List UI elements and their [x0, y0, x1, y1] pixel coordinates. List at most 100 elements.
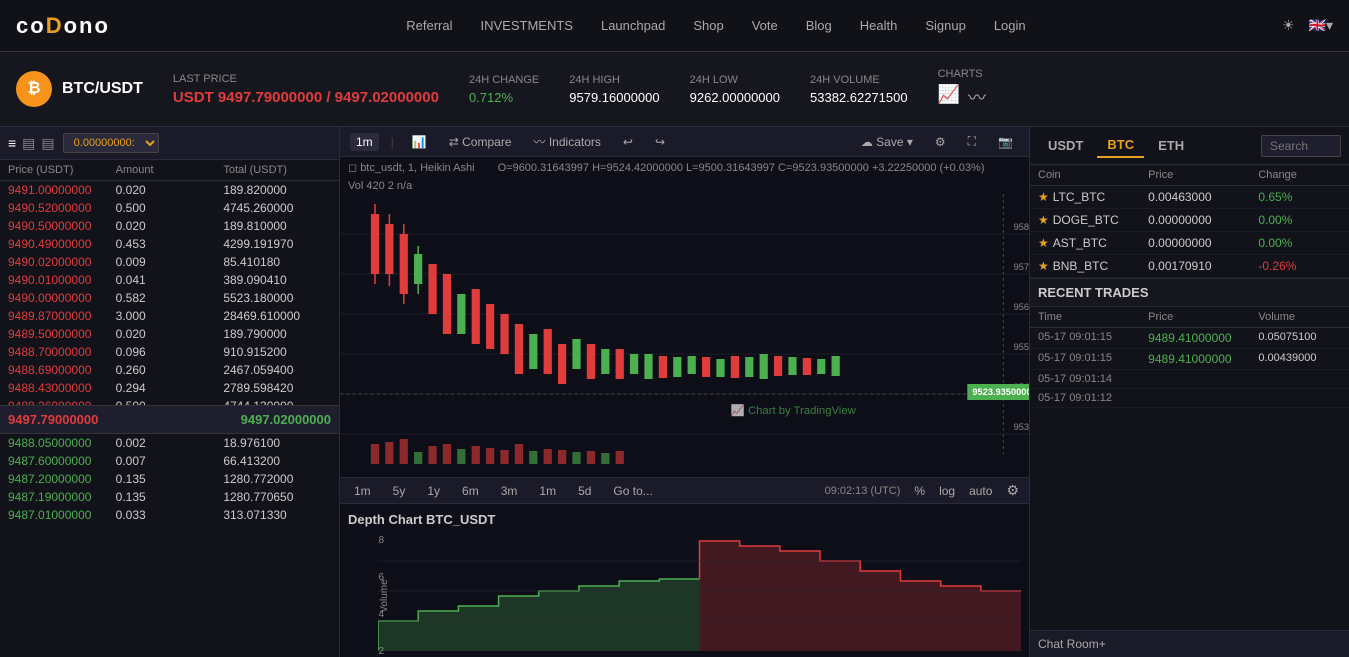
coin-star[interactable]: ★: [1038, 213, 1049, 227]
chat-room-btn[interactable]: Chat Room+: [1030, 630, 1349, 657]
depth-chart-title: Depth Chart BTC_USDT: [348, 512, 1021, 527]
svg-text:9530.000000: 9530.000000: [1014, 422, 1029, 432]
tf-3m-btn[interactable]: 6m: [458, 483, 483, 499]
log-btn[interactable]: log: [939, 484, 955, 498]
nav-referral[interactable]: Referral: [406, 18, 452, 33]
buy-order-row[interactable]: 9487.190000000.1351280.770650: [0, 488, 339, 506]
tf-6m-btn[interactable]: 1y: [423, 483, 444, 499]
sell-order-row[interactable]: 9488.260000000.5004744.130000: [0, 397, 339, 405]
coin-row[interactable]: ★ BNB_BTC 0.00170910 -0.26%: [1030, 255, 1349, 278]
sell-order-row[interactable]: 9489.870000003.00028469.610000: [0, 307, 339, 325]
tab-eth[interactable]: ETH: [1148, 134, 1194, 157]
tf-1m-btn-bottom[interactable]: 3m: [497, 483, 522, 499]
camera-btn[interactable]: 📷: [992, 133, 1019, 151]
settings-gear-btn[interactable]: ⚙: [1006, 482, 1019, 499]
tf-1y-btn[interactable]: 5y: [389, 483, 410, 499]
tf-1m-btn[interactable]: 1m: [350, 133, 379, 151]
chart-pair-name: btc_usdt, 1, Heikin Ashi: [360, 162, 474, 174]
tf-5d-btn[interactable]: 1m: [535, 483, 560, 499]
fullscreen-btn[interactable]: ⛶: [962, 132, 982, 151]
amount-col-header: Amount: [116, 164, 224, 176]
change-section: 24H CHANGE 0.712%: [469, 74, 539, 105]
coin-row[interactable]: ★ DOGE_BTC 0.00000000 0.00%: [1030, 209, 1349, 232]
coin-star[interactable]: ★: [1038, 259, 1049, 273]
last-price-value: USDT 9497.79000000 / 9497.02000000: [173, 89, 439, 106]
depth-chart-svg: [378, 531, 1021, 651]
compare-btn[interactable]: ⇄ Compare: [443, 133, 518, 151]
coin-col-header: Coin: [1038, 169, 1148, 181]
sell-order-row[interactable]: 9490.490000000.4534299.191970: [0, 235, 339, 253]
candlestick-icon[interactable]: 〰: [968, 84, 986, 110]
right-panel: USDT BTC ETH Coin Price Change ★ LTC_BTC…: [1029, 127, 1349, 657]
volume-axis-label: Volume: [379, 579, 390, 612]
goto-btn[interactable]: Go to...: [609, 483, 656, 499]
coin-star[interactable]: ★: [1038, 236, 1049, 250]
auto-btn[interactable]: auto: [969, 484, 992, 498]
sell-order-row[interactable]: 9489.500000000.020189.790000: [0, 325, 339, 343]
charts-icons: 📈 〰: [938, 84, 986, 110]
sell-order-row[interactable]: 9488.430000000.2942789.598420: [0, 379, 339, 397]
bids-icon[interactable]: ▤: [41, 135, 54, 152]
charts-label: CHARTS: [938, 68, 986, 80]
center-panel: 1m | 📊 ⇄ Compare 〰 Indicators ↩ ↪ ☁ Save…: [340, 127, 1029, 657]
sell-order-row[interactable]: 9488.700000000.096910.915200: [0, 343, 339, 361]
coin-search-input[interactable]: [1261, 135, 1341, 157]
undo-btn[interactable]: ↩: [617, 133, 639, 151]
sell-order-row[interactable]: 9491.000000000.020189.820000: [0, 181, 339, 199]
settings-icon[interactable]: ☀: [1282, 17, 1295, 34]
decimal-select[interactable]: 0.00000000:: [63, 133, 159, 153]
sell-order-row[interactable]: 9490.020000000.00985.410180: [0, 253, 339, 271]
order-book-panel: ≡ ▤ ▤ 0.00000000: Price (USDT) Amount To…: [0, 127, 340, 657]
tab-btc[interactable]: BTC: [1097, 133, 1144, 158]
coins-header: Coin Price Change: [1030, 165, 1349, 186]
rt-row: 05-17 09:01:14: [1030, 370, 1349, 389]
last-price-label: LAST PRICE: [173, 73, 439, 85]
tf-5y-btn[interactable]: 1m: [350, 483, 375, 499]
nav-launchpad[interactable]: Launchpad: [601, 18, 665, 33]
time-display: 09:02:13 (UTC): [825, 485, 901, 497]
line-chart-icon[interactable]: 📈: [938, 84, 960, 110]
rt-rows: 05-17 09:01:15 9489.41000000 0.05075100 …: [1030, 328, 1349, 630]
svg-text:9523.93500000: 9523.93500000: [972, 387, 1029, 397]
tab-usdt[interactable]: USDT: [1038, 134, 1093, 157]
redo-btn[interactable]: ↪: [649, 133, 671, 151]
nav-investments[interactable]: INVESTMENTS: [481, 18, 573, 33]
sell-order-row[interactable]: 9490.000000000.5825523.180000: [0, 289, 339, 307]
depth-chart: Depth Chart BTC_USDT 8 6 4 2: [340, 503, 1029, 653]
sell-order-row[interactable]: 9490.500000000.020189.810000: [0, 217, 339, 235]
chart-pair-label: ◻: [348, 162, 360, 174]
buy-order-row[interactable]: 9487.600000000.00766.413200: [0, 452, 339, 470]
percent-btn[interactable]: %: [914, 484, 925, 498]
nav-shop[interactable]: Shop: [693, 18, 723, 33]
buy-order-row[interactable]: 9487.200000000.1351280.772000: [0, 470, 339, 488]
sell-order-row[interactable]: 9488.690000000.2602467.059400: [0, 361, 339, 379]
tf-1d-btn[interactable]: 5d: [574, 483, 595, 499]
sell-order-row[interactable]: 9490.010000000.041389.090410: [0, 271, 339, 289]
low-value: 9262.00000000: [690, 90, 780, 105]
settings-btn[interactable]: ⚙: [929, 133, 952, 151]
asks-icon[interactable]: ▤: [22, 135, 35, 152]
header-right: ☀ 🇬🇧▾: [1282, 17, 1333, 34]
rt-row: 05-17 09:01:12: [1030, 389, 1349, 408]
coin-star[interactable]: ★: [1038, 190, 1049, 204]
logo-ono: ono: [64, 13, 110, 39]
sell-order-row[interactable]: 9490.520000000.5004745.260000: [0, 199, 339, 217]
nav-signup[interactable]: Signup: [925, 18, 965, 33]
cloud-btn[interactable]: ☁ Save ▾: [855, 133, 919, 151]
coin-row[interactable]: ★ LTC_BTC 0.00463000 0.65%: [1030, 186, 1349, 209]
indicators-btn[interactable]: 〰 Indicators: [528, 131, 607, 152]
chart-type-btn[interactable]: 📊: [406, 133, 433, 151]
recent-trades-title: RECENT TRADES: [1030, 279, 1349, 307]
buy-order-row[interactable]: 9487.010000000.033313.071330: [0, 506, 339, 524]
change-col-header: Change: [1258, 169, 1341, 181]
buy-order-row[interactable]: 9488.050000000.00218.976100: [0, 434, 339, 452]
mid-price: 9497.79000000 9497.02000000: [0, 405, 339, 434]
nav-login[interactable]: Login: [994, 18, 1026, 33]
coin-row[interactable]: ★ AST_BTC 0.00000000 0.00%: [1030, 232, 1349, 255]
language-flag[interactable]: 🇬🇧▾: [1309, 17, 1333, 34]
nav-health[interactable]: Health: [860, 18, 898, 33]
list-icon[interactable]: ≡: [8, 135, 16, 152]
ticker-pair: ₿ BTC/USDT: [16, 71, 143, 107]
nav-vote[interactable]: Vote: [752, 18, 778, 33]
nav-blog[interactable]: Blog: [806, 18, 832, 33]
